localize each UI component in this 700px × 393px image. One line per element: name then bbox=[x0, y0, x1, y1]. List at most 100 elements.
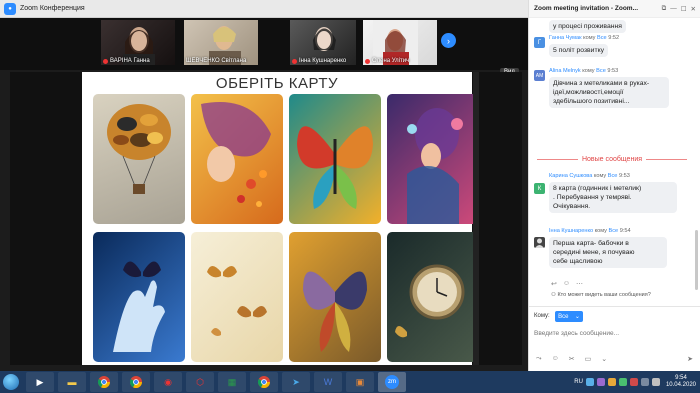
card-image[interactable] bbox=[191, 232, 283, 362]
painted-butterfly-image bbox=[303, 271, 367, 352]
to-label: кому bbox=[583, 35, 596, 41]
to-label: кому bbox=[582, 68, 595, 74]
popout-icon[interactable]: ⧉ bbox=[662, 5, 667, 13]
zoom-taskbar-icon[interactable]: zm bbox=[378, 372, 406, 392]
chrome-icon[interactable] bbox=[250, 372, 278, 392]
send-icon[interactable]: ➤ bbox=[687, 355, 693, 363]
windows-taskbar: ▶ ▬ ◉ ⬡ ▦ ➤ W ▣ zm RU 9:54 10.04.2020 bbox=[0, 371, 700, 393]
record-app-icon[interactable]: ◉ bbox=[154, 372, 182, 392]
message-text: Перша карта- бабочки в середині мене, я … bbox=[549, 237, 667, 268]
tray-icon[interactable] bbox=[618, 378, 627, 386]
fantasy-woman-image bbox=[407, 108, 463, 224]
more-icon[interactable]: ⋯ bbox=[576, 280, 583, 288]
message-time: 9:52 bbox=[608, 35, 620, 41]
message-sender: Ганна Чумак кому Все 9:52 bbox=[549, 35, 619, 41]
volume-icon[interactable] bbox=[651, 378, 660, 386]
telegram-icon[interactable]: ➤ bbox=[282, 372, 310, 392]
message-input[interactable] bbox=[534, 327, 694, 339]
network-icon[interactable] bbox=[640, 378, 649, 386]
participant-video[interactable]: ШЕВЧЕНКО Світлана bbox=[184, 20, 258, 65]
participant-video[interactable]: Інна Кушнаренко bbox=[290, 20, 356, 65]
tray-icon[interactable] bbox=[629, 378, 638, 386]
card-image[interactable] bbox=[289, 94, 381, 224]
who-can-see-link[interactable]: ⚇ Кто может видеть ваши сообщения? bbox=[551, 292, 651, 298]
avatar: Г bbox=[534, 37, 545, 48]
chat-panel: Zoom meeting invitation - Zoom... ⧉ — ☐ … bbox=[528, 0, 700, 371]
card-image[interactable] bbox=[387, 232, 479, 362]
start-button[interactable] bbox=[0, 371, 22, 393]
participant-video[interactable]: Олена Улітич bbox=[363, 20, 437, 65]
pdf-reader-icon[interactable]: ⬡ bbox=[186, 372, 214, 392]
clock-time: 9:54 bbox=[675, 375, 687, 381]
card-image[interactable] bbox=[387, 94, 479, 224]
people-icon: ⚇ bbox=[551, 292, 556, 298]
message-text: у процесі проживання bbox=[549, 20, 626, 33]
screenshot-icon[interactable]: ✂ bbox=[569, 355, 575, 363]
file-icon[interactable]: ▭ bbox=[585, 355, 592, 363]
file-explorer-icon[interactable]: ▬ bbox=[58, 372, 86, 392]
sender-name: Інна Кушнаренко bbox=[549, 228, 594, 234]
target-name: Все bbox=[608, 228, 619, 234]
word-icon[interactable]: W bbox=[314, 372, 342, 392]
slide-heading: ОБЕРІТЬ КАРТУ bbox=[215, 75, 339, 92]
target-name: Все bbox=[607, 173, 618, 179]
chat-scrollbar[interactable] bbox=[695, 230, 698, 290]
who-can-see-text: Кто может видеть ваши сообщения? bbox=[557, 292, 651, 298]
card-image[interactable] bbox=[93, 94, 185, 224]
presentation-slide: ОБЕРІТЬ КАРТУ bbox=[82, 72, 479, 365]
emoji-reaction-icon[interactable]: ☺ bbox=[563, 280, 570, 288]
recipient-select[interactable]: Все ⌄ bbox=[555, 311, 583, 322]
language-indicator[interactable]: RU bbox=[574, 379, 583, 385]
muted-mic-icon bbox=[365, 58, 370, 64]
user-avatar-icon bbox=[535, 238, 544, 248]
butterfly-balloon-image bbox=[107, 104, 171, 194]
participant-name-tag: ШЕВЧЕНКО Світлана bbox=[186, 58, 246, 64]
participant-name: ШЕВЧЕНКО Світлана bbox=[186, 58, 247, 64]
windows-logo-icon bbox=[3, 374, 19, 390]
participant-name: Олена Улітич bbox=[372, 58, 410, 64]
minimize-icon[interactable]: — bbox=[670, 5, 677, 13]
divider-line bbox=[646, 159, 687, 160]
chevron-down-icon: ⌄ bbox=[574, 314, 580, 320]
card-image[interactable] bbox=[93, 232, 185, 362]
sender-name: Alina Melnyk bbox=[549, 68, 581, 74]
participant-video[interactable]: ВАРІНА Ганна bbox=[101, 20, 175, 65]
muted-mic-icon bbox=[292, 58, 297, 64]
emoji-icon[interactable]: ☺ bbox=[552, 355, 559, 363]
vertical-scrollbar[interactable] bbox=[473, 72, 479, 365]
close-icon[interactable]: ✕ bbox=[691, 5, 696, 13]
tray-icon[interactable] bbox=[607, 378, 616, 386]
format-icon[interactable]: ⤳ bbox=[536, 355, 542, 363]
media-player-icon[interactable]: ▶ bbox=[26, 372, 54, 392]
participant-name: ВАРІНА Ганна bbox=[110, 58, 150, 64]
hand-butterfly-image bbox=[113, 261, 165, 352]
card-image[interactable] bbox=[289, 232, 381, 362]
more-options-icon[interactable]: ⌄ bbox=[601, 355, 607, 363]
sender-name: Ганна Чумак bbox=[549, 35, 582, 41]
to-label: Кому: bbox=[534, 313, 550, 319]
muted-mic-icon bbox=[103, 58, 108, 64]
message-actions: ↩ ☺ ⋯ bbox=[551, 280, 583, 288]
chrome-icon[interactable] bbox=[90, 372, 118, 392]
message-text: 5 політ розвитку bbox=[549, 44, 609, 57]
target-name: Все bbox=[596, 68, 606, 74]
message-text: Дівчина з метеликами в руках- ідеї,можли… bbox=[549, 77, 669, 108]
participant-name-tag: Олена Улітич bbox=[365, 58, 409, 64]
shared-screen: ОБЕРІТЬ КАРТУ bbox=[10, 72, 522, 365]
card-image[interactable] bbox=[191, 94, 283, 224]
chat-title: Zoom meeting invitation - Zoom... bbox=[534, 5, 638, 12]
chrome-icon[interactable] bbox=[122, 372, 150, 392]
reply-icon[interactable]: ↩ bbox=[551, 280, 557, 288]
next-page-button[interactable]: › bbox=[441, 33, 456, 48]
participant-name: Інна Кушнаренко bbox=[299, 58, 347, 64]
maximize-icon[interactable]: ☐ bbox=[681, 5, 687, 13]
participant-name-tag: Інна Кушнаренко bbox=[292, 58, 346, 64]
tray-icon[interactable] bbox=[596, 378, 605, 386]
paint-icon[interactable]: ▣ bbox=[346, 372, 374, 392]
excel-icon[interactable]: ▦ bbox=[218, 372, 246, 392]
tray-icon[interactable] bbox=[585, 378, 594, 386]
clock[interactable]: 9:54 10.04.2020 bbox=[666, 375, 696, 389]
chat-window-controls: ⧉ — ☐ ✕ bbox=[662, 5, 700, 13]
colorful-butterfly-image bbox=[297, 126, 373, 209]
sender-name: Карина Сушкова bbox=[549, 173, 593, 179]
